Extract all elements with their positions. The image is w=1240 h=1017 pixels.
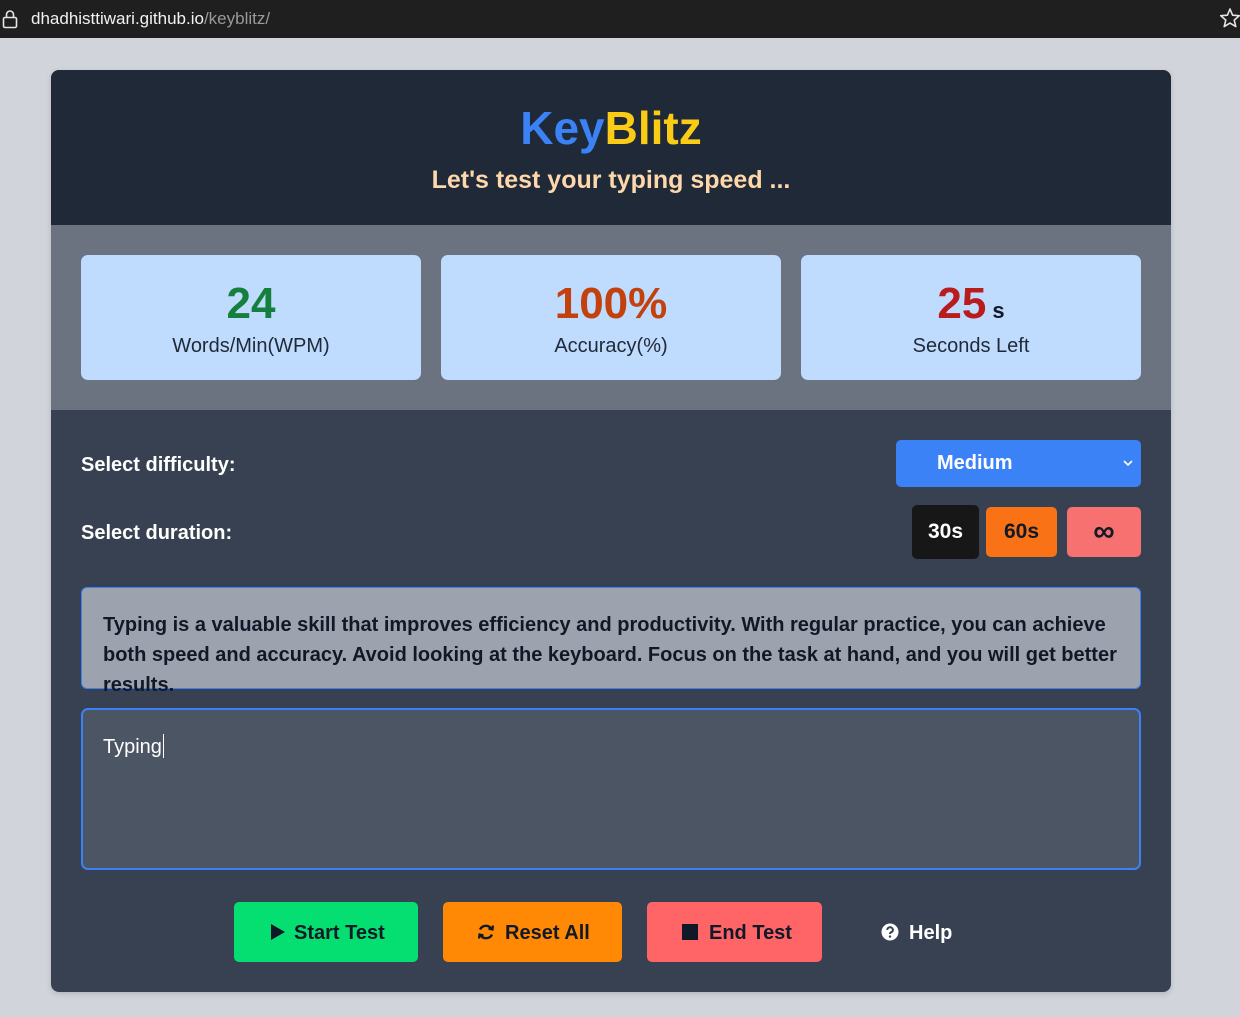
app-subtitle: Let's test your typing speed ... <box>431 166 791 194</box>
app-header: KeyBlitz Let's test your typing speed ..… <box>51 70 1171 225</box>
typing-input[interactable]: Typing <box>81 708 1141 870</box>
time-label: Seconds Left <box>912 335 1030 357</box>
duration-infinite-button[interactable]: ∞ <box>1067 507 1141 557</box>
start-test-label: Start Test <box>294 922 385 944</box>
end-test-label: End Test <box>709 922 792 944</box>
question-icon <box>881 923 899 941</box>
star-icon[interactable] <box>1219 7 1240 29</box>
wpm-label: Words/Min(WPM) <box>172 335 330 357</box>
stat-time-left: 25 s Seconds Left <box>801 255 1141 380</box>
app-title: KeyBlitz <box>51 100 1171 156</box>
stat-accuracy: 100% Accuracy(%) <box>441 255 781 380</box>
passage-text: Typing is a valuable skill that improves… <box>103 614 1117 696</box>
typed-text: Typing <box>103 736 162 758</box>
play-icon <box>271 924 285 940</box>
url-path: /keyblitz/ <box>203 9 271 28</box>
time-value-row: 25 s <box>801 277 1141 338</box>
accuracy-label: Accuracy(%) <box>554 335 668 357</box>
time-value: 25 <box>937 279 987 328</box>
difficulty-select[interactable]: Medium <box>896 440 1141 487</box>
stats-panel: 24 Words/Min(WPM) 100% Accuracy(%) 25 s S… <box>51 225 1171 410</box>
duration-label: Select duration: <box>81 522 233 544</box>
title-key: Key <box>520 102 605 154</box>
duration-30s-button[interactable]: 30s <box>912 505 979 559</box>
refresh-icon <box>477 924 495 940</box>
help-label: Help <box>909 922 953 944</box>
text-caret <box>162 734 164 758</box>
chevron-down-icon <box>1123 460 1133 467</box>
lock-icon <box>2 10 18 29</box>
url-host: dhadhisttiwari.github.io <box>31 9 204 28</box>
reset-all-label: Reset All <box>505 922 590 944</box>
wpm-value: 24 <box>226 279 276 328</box>
app-card: KeyBlitz Let's test your typing speed ..… <box>51 70 1171 992</box>
start-test-button[interactable]: Start Test <box>234 902 418 962</box>
end-test-button[interactable]: End Test <box>647 902 822 962</box>
difficulty-selected-value: Medium <box>937 452 1013 474</box>
passage-box: Typing is a valuable skill that improves… <box>81 587 1141 696</box>
title-blitz: Blitz <box>604 102 702 154</box>
stop-icon <box>682 924 698 940</box>
typing-input-value: Typing <box>103 734 164 759</box>
accuracy-value: 100% <box>554 279 668 328</box>
url-field[interactable]: dhadhisttiwari.github.io/keyblitz/ <box>31 9 270 29</box>
duration-60s-button[interactable]: 60s <box>986 507 1057 557</box>
time-unit: s <box>992 298 1005 323</box>
browser-address-bar: dhadhisttiwari.github.io/keyblitz/ <box>0 0 1240 38</box>
stat-wpm: 24 Words/Min(WPM) <box>81 255 421 380</box>
difficulty-label: Select difficulty: <box>81 454 236 476</box>
help-button[interactable]: Help <box>877 902 977 962</box>
reset-all-button[interactable]: Reset All <box>443 902 622 962</box>
